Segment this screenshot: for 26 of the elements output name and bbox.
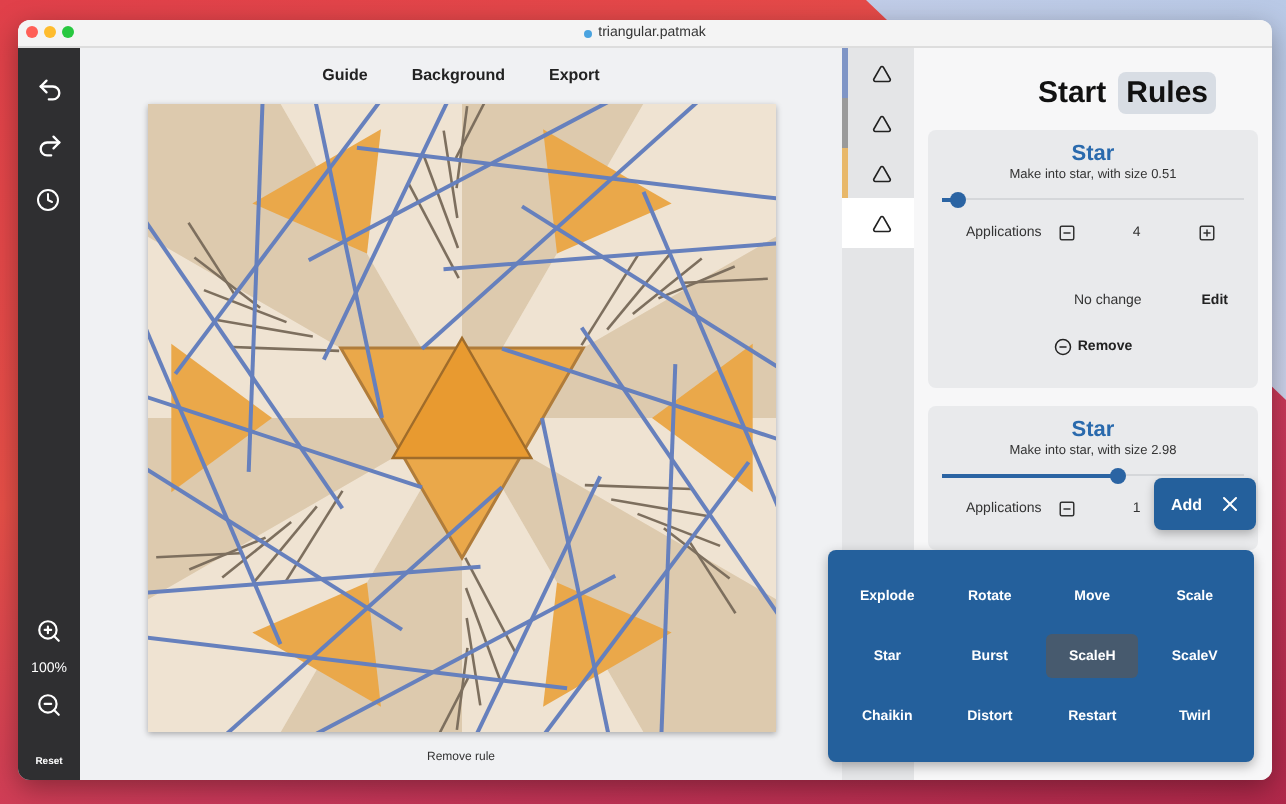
decrement-button[interactable] (1057, 500, 1076, 518)
triangle-icon (871, 213, 891, 233)
panel-tab[interactable]: Start (1029, 72, 1115, 114)
decrement-button[interactable] (1057, 224, 1076, 242)
triangle-icon (871, 163, 891, 183)
slider-thumb[interactable] (1109, 467, 1126, 483)
add-button[interactable]: Add (1154, 478, 1256, 530)
rule-title: Star (1071, 142, 1115, 166)
zoom-in-icon[interactable] (35, 618, 63, 646)
close-icon (1218, 492, 1242, 516)
document-icon (584, 29, 593, 37)
menu-button[interactable]: Guide (322, 62, 368, 88)
menu-button[interactable]: Background (411, 62, 505, 88)
redo-icon[interactable] (35, 132, 63, 160)
increment-button[interactable] (1198, 224, 1216, 242)
minus-circle-icon (1053, 338, 1072, 356)
menu-button[interactable]: Export (549, 62, 600, 88)
undo-icon[interactable] (35, 76, 63, 104)
triangle-icon (871, 63, 891, 83)
panel-tab[interactable]: Rules (1118, 72, 1217, 114)
history-clock-icon[interactable] (35, 188, 63, 216)
triangle-icon (871, 113, 891, 133)
zoom-out-icon[interactable] (35, 692, 63, 720)
rule-title: Star (1071, 418, 1115, 442)
close-button[interactable] (26, 26, 38, 38)
slider-thumb[interactable] (949, 191, 966, 207)
